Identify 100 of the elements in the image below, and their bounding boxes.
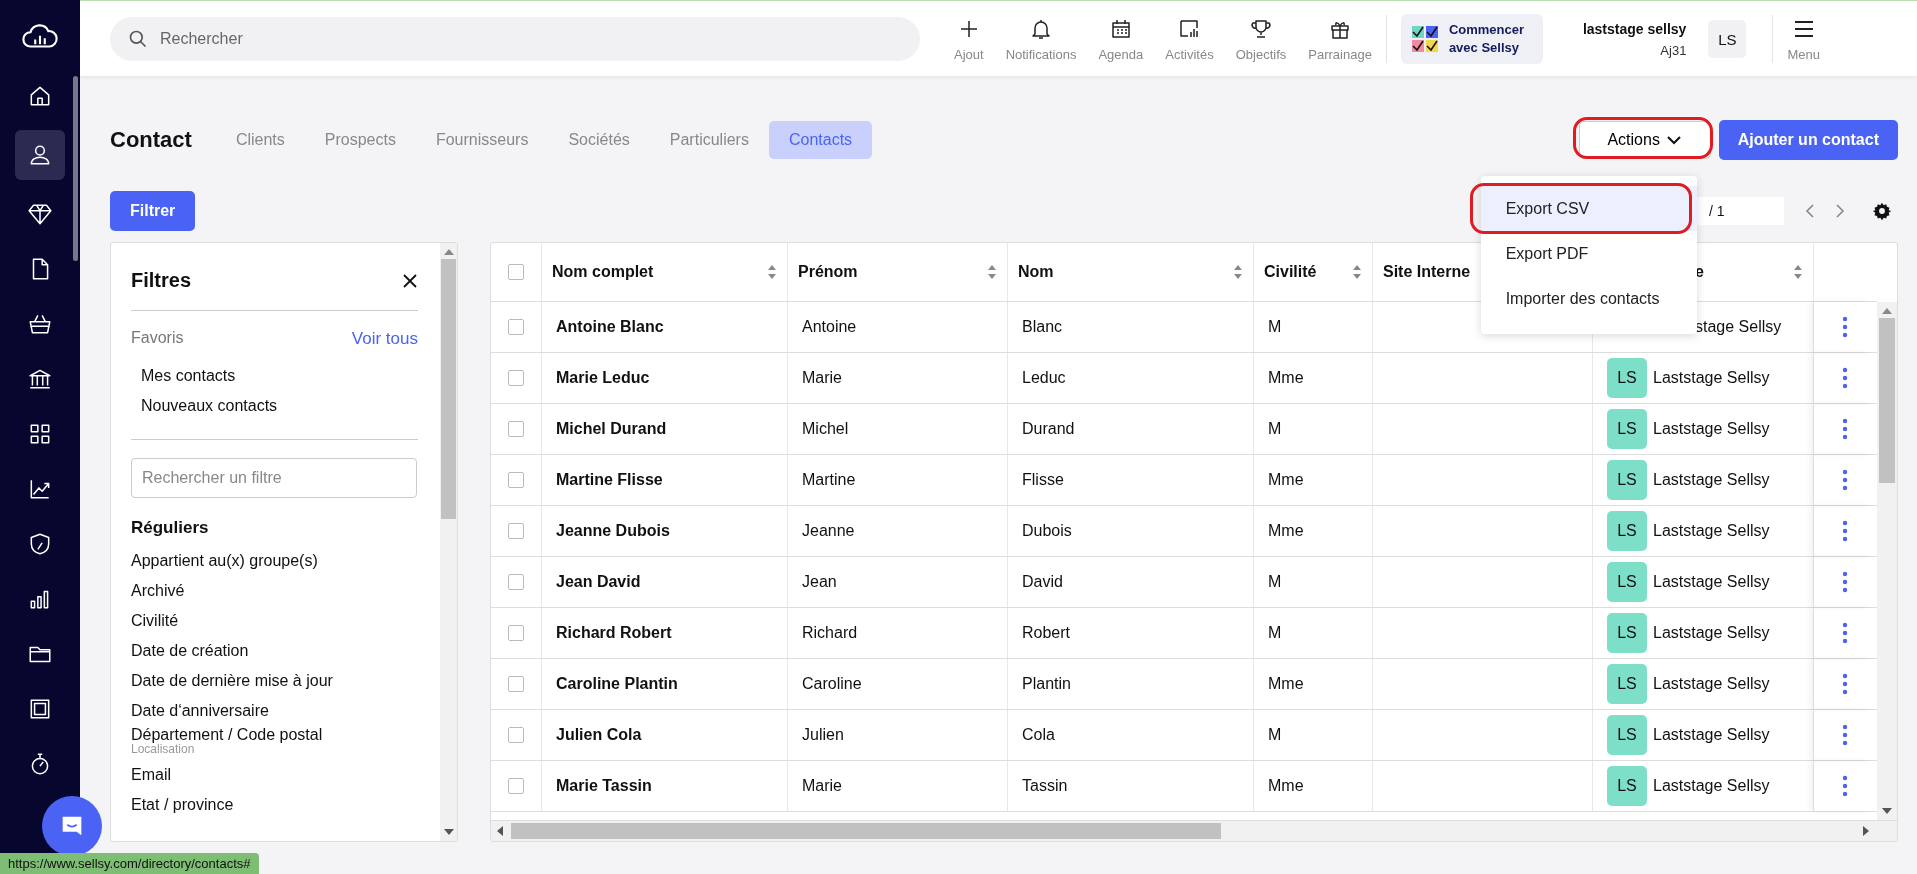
favorite-filter[interactable]: Nouveaux contacts [131, 391, 440, 421]
filter-item[interactable]: Civilité [131, 612, 440, 630]
add-contact-button[interactable]: Ajouter un contact [1718, 120, 1898, 160]
scrollbar[interactable] [73, 76, 78, 261]
gift-button[interactable]: Parrainage [1308, 16, 1372, 62]
checkbox[interactable] [508, 472, 524, 488]
table-cell[interactable]: Caroline Plantin [556, 675, 678, 693]
checkbox[interactable] [508, 574, 524, 590]
scrollbar[interactable] [491, 820, 1897, 841]
table-cell: Michel [802, 420, 849, 438]
page-title: Contact [110, 127, 192, 153]
sort-icon[interactable] [987, 264, 997, 280]
table-cell: stage Sellsy [1695, 318, 1782, 336]
table-cell: Laststage Sellsy [1653, 777, 1770, 795]
more-icon[interactable] [1841, 622, 1848, 644]
filter-item[interactable]: Email [131, 766, 440, 784]
more-icon[interactable] [1841, 418, 1848, 440]
sidebar-item[interactable] [15, 130, 65, 180]
table-cell: M [1268, 624, 1282, 642]
checkbox[interactable] [508, 676, 524, 692]
section-label: Réguliers [131, 518, 210, 538]
filter-item[interactable]: Date de création [131, 642, 440, 660]
favorite-filter[interactable]: Mes contacts [131, 361, 440, 391]
filter-item[interactable]: Appartient au(x) groupe(s) [131, 552, 440, 570]
column-header[interactable]: Prénom [798, 263, 858, 281]
filter-item[interactable]: Archivé [131, 582, 440, 600]
table-cell: Martine [802, 471, 856, 489]
table-cell: Marie [802, 777, 842, 795]
bell-button[interactable]: Notifications [1005, 16, 1077, 62]
table-cell[interactable]: Michel Durand [556, 420, 667, 438]
table-cell: Tassin [1022, 777, 1068, 795]
table-cell[interactable]: Jeanne Dubois [556, 522, 670, 540]
table-cell: Laststage Sellsy [1653, 573, 1770, 591]
plus-button[interactable]: Ajout [954, 16, 984, 62]
table-cell: Leduc [1022, 369, 1066, 387]
sort-icon[interactable] [767, 264, 777, 280]
more-icon[interactable] [1841, 367, 1848, 389]
filter-item[interactable]: Département / Code postal [131, 726, 440, 744]
calendar-button[interactable]: Agenda [1098, 16, 1144, 62]
menu-item[interactable]: Importer des contacts [1480, 276, 1697, 321]
menu-item[interactable]: Export PDF [1480, 231, 1697, 276]
menu-button[interactable]: Menu [1787, 16, 1820, 62]
filter-search-field[interactable]: Rechercher un filtre [131, 458, 417, 498]
scrollbar[interactable] [1877, 302, 1897, 820]
filter-item[interactable]: Date d‘anniversaire [131, 702, 440, 720]
actions-button[interactable]: Actions [1578, 121, 1711, 159]
table-cell[interactable]: Antoine Blanc [556, 318, 664, 336]
more-icon[interactable] [1841, 316, 1848, 338]
checkbox[interactable] [508, 778, 524, 794]
table-cell[interactable]: Martine Flisse [556, 471, 663, 489]
table-cell[interactable]: Marie Tassin [556, 777, 652, 795]
column-header[interactable]: Nom complet [552, 263, 654, 281]
filter-button[interactable]: Filtrer [110, 191, 196, 231]
user-avatar[interactable]: LS [1708, 20, 1747, 58]
scrollbar[interactable] [440, 243, 457, 841]
checkbox[interactable] [508, 625, 524, 641]
checkbox[interactable] [508, 264, 524, 280]
owner-avatar: LS [1607, 409, 1647, 449]
more-icon[interactable] [1841, 724, 1848, 746]
checklist-icon [1410, 24, 1441, 54]
filter-item[interactable]: Etat / province [131, 796, 440, 814]
table-cell: Plantin [1022, 675, 1071, 693]
onboarding-button[interactable]: Commencer avec Sellsy [1400, 14, 1543, 64]
filter-item[interactable]: Date de dernière mise à jour [131, 672, 440, 690]
search-field[interactable]: Rechercher [110, 17, 920, 61]
table-cell[interactable]: Jean David [556, 573, 641, 591]
column-header[interactable]: Site Interne [1383, 263, 1471, 281]
table-cell: M [1268, 573, 1282, 591]
table-cell: Laststage Sellsy [1653, 369, 1770, 387]
column-header[interactable]: Nom [1018, 263, 1054, 281]
sort-icon[interactable] [1233, 264, 1243, 280]
sort-icon[interactable] [1352, 264, 1362, 280]
table-cell[interactable]: Richard Robert [556, 624, 672, 642]
table-cell: Marie [802, 369, 842, 387]
checkbox[interactable] [508, 727, 524, 743]
table-cell[interactable]: Julien Cola [556, 726, 642, 744]
owner-avatar: LS [1607, 715, 1647, 755]
table-cell: Jeanne [802, 522, 855, 540]
section-label: Favoris [131, 329, 184, 348]
checkbox[interactable] [508, 421, 524, 437]
checkbox[interactable] [508, 370, 524, 386]
more-icon[interactable] [1841, 571, 1848, 593]
checkbox[interactable] [508, 523, 524, 539]
table-cell: M [1268, 420, 1282, 438]
column-header[interactable]: Civilité [1264, 263, 1317, 281]
table-cell: David [1022, 573, 1063, 591]
checkbox[interactable] [508, 319, 524, 335]
sort-icon[interactable] [1793, 264, 1803, 280]
close-icon[interactable] [402, 272, 418, 289]
trophy-button[interactable]: Objectifs [1235, 16, 1287, 62]
settings-icon[interactable] [1872, 201, 1892, 221]
more-icon[interactable] [1841, 775, 1848, 797]
account-code: Aj31 [1660, 42, 1687, 58]
menu-item[interactable]: Export CSV [1480, 186, 1697, 231]
activity-button[interactable]: Activités [1165, 16, 1214, 62]
more-icon[interactable] [1841, 673, 1848, 695]
table-cell[interactable]: Marie Leduc [556, 369, 650, 387]
more-icon[interactable] [1841, 469, 1848, 491]
more-icon[interactable] [1841, 520, 1848, 542]
see-all-link[interactable]: Voir tous [351, 329, 418, 349]
